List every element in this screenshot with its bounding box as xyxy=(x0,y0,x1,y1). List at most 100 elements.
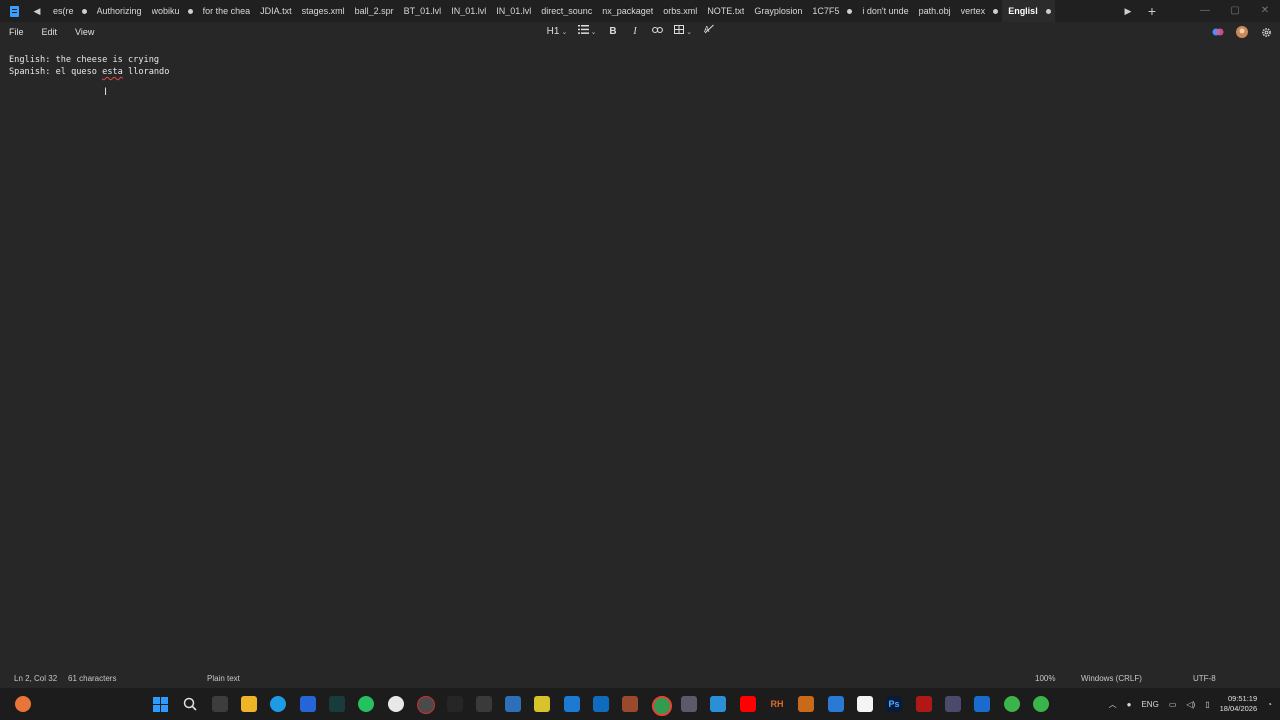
link-icon xyxy=(651,26,663,34)
tab-9[interactable]: IN_01.lvl xyxy=(490,0,535,22)
clock[interactable]: 09:51:19 18/04/2026 xyxy=(1220,694,1258,714)
tab-11[interactable]: nx_packaget xyxy=(596,0,657,22)
heading-dropdown[interactable]: H1 ⌄ xyxy=(542,22,572,43)
search-button[interactable] xyxy=(182,696,198,712)
tab-14[interactable]: Grayplosion xyxy=(748,0,806,22)
status-bar: Ln 2, Col 32 61 characters Plain text 10… xyxy=(0,670,1280,688)
scroll-tabs-right-button[interactable]: ▶ xyxy=(1118,6,1138,17)
bold-button[interactable]: B xyxy=(602,22,624,42)
tab-19[interactable]: Englisl xyxy=(1002,0,1055,22)
copilot-button[interactable] xyxy=(1210,24,1226,40)
edge-icon[interactable] xyxy=(270,696,286,712)
chrome-icon[interactable] xyxy=(652,696,672,716)
volume-icon[interactable]: ◁) xyxy=(1186,700,1195,709)
notepad-taskbar-icon[interactable] xyxy=(710,696,726,712)
chevron-down-icon: ⌄ xyxy=(686,28,692,36)
heading-label: H1 xyxy=(546,25,560,37)
tab-15[interactable]: 1C7F5 xyxy=(806,0,856,22)
tab-6[interactable]: ball_2.spr xyxy=(349,0,398,22)
microphone-icon[interactable]: ● xyxy=(1127,700,1132,709)
menu-file[interactable]: File xyxy=(0,22,33,42)
chevron-up-icon[interactable]: ︿ xyxy=(1109,699,1117,710)
italic-button[interactable]: I xyxy=(624,22,646,42)
tab-18[interactable]: vertex xyxy=(955,0,1003,22)
network-icon[interactable]: ▭ xyxy=(1169,700,1177,709)
file-explorer-icon[interactable] xyxy=(241,696,257,712)
whatsapp-icon[interactable] xyxy=(358,696,374,712)
store-icon[interactable] xyxy=(564,696,580,712)
tab-5[interactable]: stages.xml xyxy=(296,0,349,22)
tab-13[interactable]: NOTE.txt xyxy=(701,0,748,22)
menu-view[interactable]: View xyxy=(66,22,103,42)
unsaved-dot-icon[interactable] xyxy=(187,8,193,14)
messenger-app-icon[interactable] xyxy=(828,696,844,712)
battery-icon[interactable]: ▯ xyxy=(1205,700,1209,709)
maximize-button[interactable]: ▢ xyxy=(1220,0,1250,22)
outlook-icon[interactable] xyxy=(300,696,316,712)
notifications-icon[interactable]: ◔ xyxy=(1267,700,1272,709)
link-button[interactable] xyxy=(646,22,668,42)
power-automate-icon[interactable] xyxy=(974,696,990,712)
tab-17[interactable]: path.obj xyxy=(913,0,955,22)
calculator-icon[interactable] xyxy=(505,696,521,712)
task-view-icon[interactable] xyxy=(212,696,228,712)
line-ending[interactable]: Windows (CRLF) xyxy=(1081,674,1142,683)
cube-app-icon[interactable] xyxy=(534,696,550,712)
youtube-icon[interactable] xyxy=(740,696,756,712)
app-placeholder-icon[interactable] xyxy=(447,696,463,712)
clock-app-icon[interactable] xyxy=(388,696,404,712)
tab-0[interactable]: ‎es(re xyxy=(47,0,91,22)
tab-2[interactable]: wobiku xyxy=(146,0,197,22)
table-dropdown[interactable]: ⌄ xyxy=(668,22,698,43)
photoshop-icon[interactable]: Ps xyxy=(886,696,902,712)
widgets-icon[interactable] xyxy=(15,696,31,712)
tab-10[interactable]: direct_sounc xyxy=(535,0,596,22)
misspelled-word[interactable]: esta xyxy=(102,67,123,77)
close-button[interactable]: ✕ xyxy=(1250,0,1280,22)
new-tab-button[interactable]: + xyxy=(1138,3,1166,19)
tools-app-icon[interactable] xyxy=(945,696,961,712)
capcut-icon[interactable] xyxy=(857,696,873,712)
tab-label: ball_2.spr xyxy=(354,6,394,16)
scroll-tabs-left-button[interactable]: ◀ xyxy=(27,6,47,17)
text-editor[interactable]: English: the cheese is crying Spanish: e… xyxy=(0,42,1280,670)
avatar-icon xyxy=(1236,26,1248,38)
unsaved-dot-icon[interactable] xyxy=(847,8,853,14)
account-avatar[interactable] xyxy=(1234,24,1250,40)
minimize-button[interactable]: — xyxy=(1190,0,1220,22)
tab-4[interactable]: JDIA.txt xyxy=(254,0,296,22)
file-format[interactable]: Plain text xyxy=(207,674,240,683)
media-app-icon[interactable] xyxy=(622,696,638,712)
green-app-2-icon[interactable] xyxy=(1033,696,1049,712)
rh-app-icon[interactable]: RH xyxy=(769,696,785,712)
game-app-icon[interactable] xyxy=(798,696,814,712)
search-icon xyxy=(183,697,197,711)
terminal-icon[interactable] xyxy=(329,696,345,712)
unity-icon[interactable] xyxy=(476,696,492,712)
tab-12[interactable]: orbs.xml xyxy=(657,0,701,22)
unsaved-dot-icon[interactable] xyxy=(81,8,87,14)
zoom-level[interactable]: 100% xyxy=(1035,674,1055,683)
tab-3[interactable]: for the chea xyxy=(197,0,255,22)
document-line-2: Spanish: el queso esta llorando xyxy=(9,67,169,77)
tab-7[interactable]: BT_01.lvl xyxy=(398,0,446,22)
list-dropdown[interactable]: ⌄ xyxy=(572,22,602,43)
settings-button[interactable] xyxy=(1258,24,1274,40)
tab-label: IN_01.lvl xyxy=(451,6,487,16)
start-button[interactable] xyxy=(152,696,168,712)
tab-16[interactable]: i don't unde xyxy=(856,0,912,22)
clear-formatting-button[interactable]: A xyxy=(698,22,720,42)
input-language[interactable]: ENG xyxy=(1141,700,1158,709)
photos-icon[interactable] xyxy=(593,696,609,712)
tab-1[interactable]: Authorizing xyxy=(91,0,146,22)
unsaved-dot-icon[interactable] xyxy=(1045,8,1051,14)
green-app-icon[interactable] xyxy=(1004,696,1020,712)
menu-edit[interactable]: Edit xyxy=(33,22,67,42)
title-bar: ◀ ‎es(re Authorizing wobiku for the chea JDI… xyxy=(0,0,1280,22)
unsaved-dot-icon[interactable] xyxy=(993,8,999,14)
encoding[interactable]: UTF-8 xyxy=(1193,674,1216,683)
tab-8[interactable]: IN_01.lvl xyxy=(445,0,490,22)
snipping-tool-icon[interactable] xyxy=(681,696,697,712)
red-app-icon[interactable] xyxy=(916,696,932,712)
obs-icon[interactable] xyxy=(417,696,435,714)
